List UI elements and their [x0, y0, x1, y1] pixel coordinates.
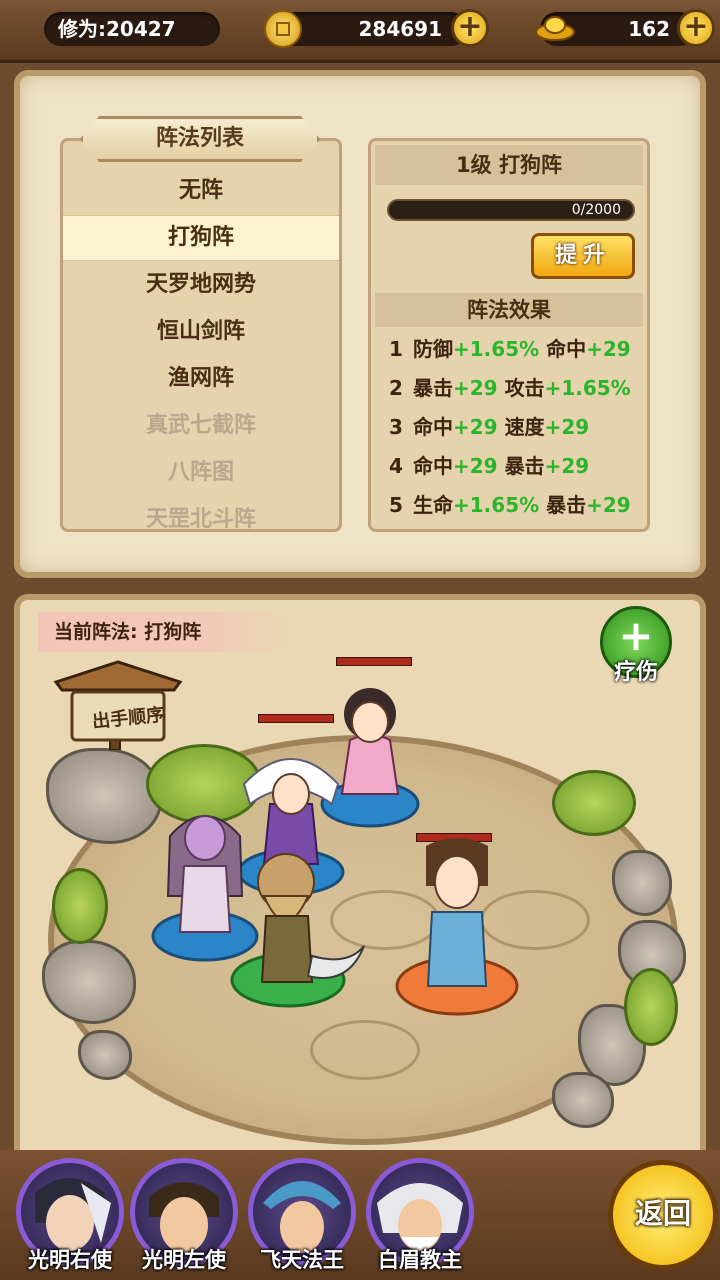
formation-item-locked[interactable]: 天罡北斗阵: [63, 498, 339, 529]
formation-progress-bar: 0/2000: [387, 199, 635, 221]
hero-name-3: 飞天法王: [260, 1248, 344, 1272]
upgrade-button[interactable]: 提升: [531, 233, 635, 279]
effect-row: 1 防御+1.65% 命中+29: [389, 337, 631, 361]
formation-level-title: 1级 打狗阵: [375, 145, 643, 185]
effects-title: 阵法效果: [375, 293, 643, 327]
formation-item[interactable]: 渔网阵: [63, 357, 339, 401]
formation-info: 1级 打狗阵 0/2000 提升 阵法效果 1 防御+1.65% 命中+29 2暴…: [368, 138, 650, 532]
heal-label: 疗伤: [613, 660, 658, 685]
add-ingots-button[interactable]: +: [677, 9, 715, 47]
cultivation-display: 修为:20427: [44, 12, 220, 46]
effect-row: 4 命中+29 暴击+29: [389, 454, 590, 478]
young-swordsman-character[interactable]: [392, 836, 522, 1026]
formation-list-title: 阵法列表: [80, 116, 320, 162]
formation-list[interactable]: 无阵 打狗阵 天罗地网势 恒山剑阵 渔网阵 真武七截阵 八阵图 天罡北斗阵: [60, 138, 342, 532]
hero-name-1: 光明右使: [28, 1248, 112, 1272]
formation-item-locked[interactable]: 八阵图: [63, 451, 339, 495]
back-button[interactable]: 返回: [608, 1160, 718, 1270]
coin-icon: [264, 10, 302, 48]
gold-ingot-icon: [535, 16, 575, 41]
hp-bar: [336, 657, 412, 666]
bush: [52, 868, 108, 944]
hero-name-2: 光明左使: [142, 1248, 226, 1272]
current-formation-label: 当前阵法: 打狗阵: [38, 612, 298, 652]
bush: [624, 968, 678, 1046]
formation-item-locked[interactable]: 真武七截阵: [63, 404, 339, 448]
resource-bar: 修为:20427 284691 + 162 +: [0, 0, 720, 63]
formation-item[interactable]: 天罗地网势: [63, 263, 339, 307]
formation-item-selected[interactable]: 打狗阵: [63, 215, 339, 261]
formation-item[interactable]: 无阵: [63, 169, 339, 213]
effect-row: 3 命中+29 速度+29: [389, 415, 590, 439]
effect-row: 2 暴击+29 攻击+1.65%: [389, 376, 631, 400]
bush: [552, 770, 636, 836]
hero-name-4: 白眉教主: [378, 1248, 462, 1272]
formation-item[interactable]: 恒山剑阵: [63, 310, 339, 354]
bearded-warrior-character[interactable]: [228, 846, 368, 1016]
formation-slot[interactable]: [310, 1020, 420, 1080]
effect-row: 5 生命+1.65% 暴击+29: [389, 493, 631, 517]
add-coins-button[interactable]: +: [451, 9, 489, 47]
